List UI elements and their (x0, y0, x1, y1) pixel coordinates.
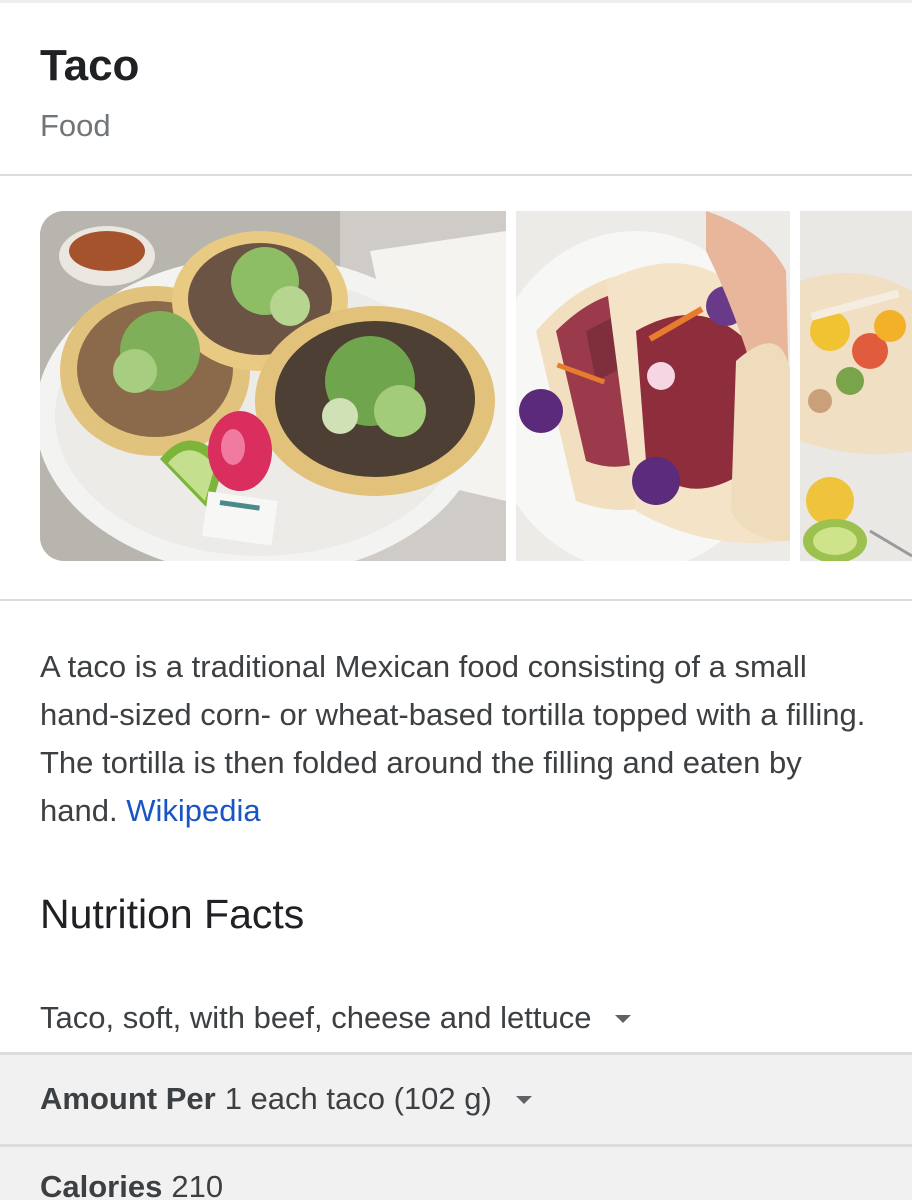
tuna-tacos-photo[interactable] (516, 211, 790, 561)
serving-size-value: 1 each taco (102 g) (224, 1081, 492, 1116)
entity-title: Taco (40, 41, 140, 90)
top-divider (0, 0, 912, 3)
serving-size-dropdown[interactable]: Amount Per 1 each taco (102 g) (40, 1077, 532, 1121)
chevron-down-icon (615, 1015, 632, 1023)
wikipedia-link[interactable]: Wikipedia (126, 793, 260, 828)
amount-per-label: Amount Per (40, 1081, 216, 1116)
calories-value: 210 (171, 1169, 224, 1200)
calories-row: Calories 210 (0, 1144, 912, 1200)
nutrition-facts-heading: Nutrition Facts (40, 891, 305, 937)
entity-description: A taco is a traditional Mexican food con… (40, 643, 880, 835)
chevron-down-icon (515, 1096, 532, 1104)
header-divider (0, 174, 912, 176)
gallery-divider (0, 599, 912, 601)
tacos-on-plate-photo[interactable] (40, 211, 506, 561)
entity-header: Taco Food (40, 38, 139, 146)
food-variant-dropdown[interactable]: Taco, soft, with beef, cheese and lettuc… (40, 996, 632, 1040)
entity-subtitle: Food (40, 108, 111, 143)
amount-per-row: Amount Per 1 each taco (102 g) (0, 1052, 912, 1147)
image-gallery (40, 211, 912, 561)
calories-label: Calories (40, 1169, 163, 1200)
knowledge-panel: Taco Food A taco is a traditional Mexica… (0, 0, 912, 1200)
fish-tacos-mango-salsa-photo[interactable] (800, 211, 912, 561)
food-variant-label: Taco, soft, with beef, cheese and lettuc… (40, 1000, 592, 1035)
